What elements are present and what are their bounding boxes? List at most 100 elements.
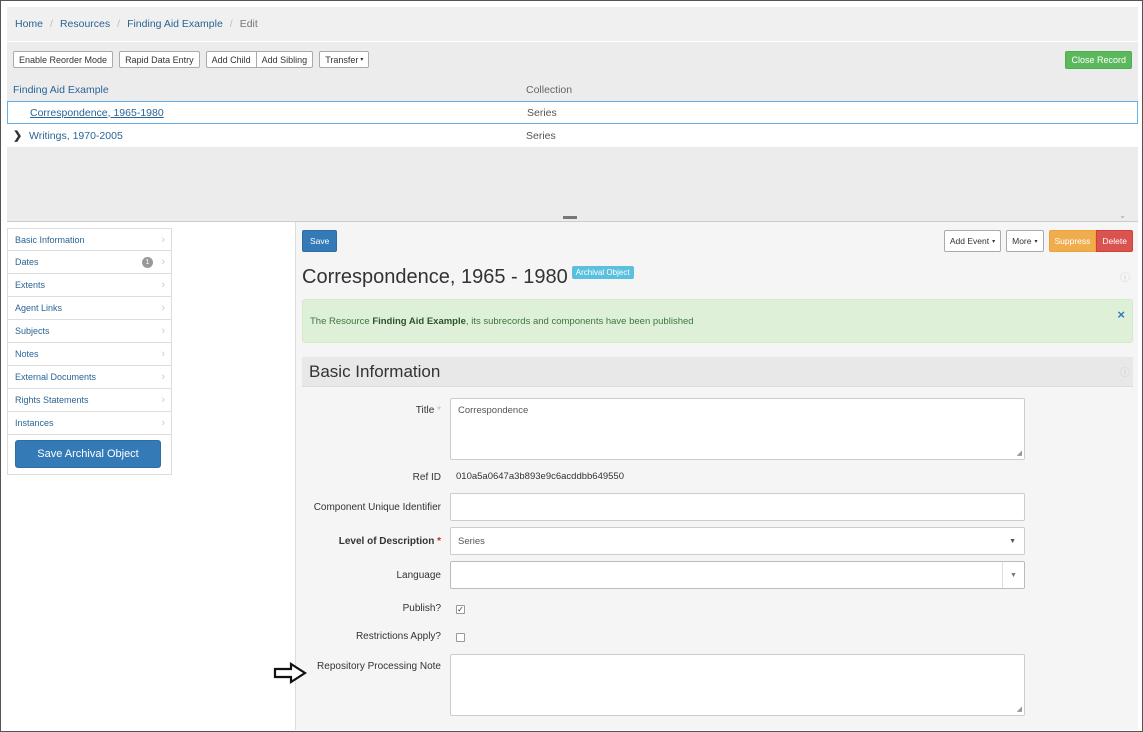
- sidebar-item-notes[interactable]: Notes ›: [7, 343, 172, 366]
- restrictions-checkbox[interactable]: [456, 633, 465, 642]
- alert-resource-name: Finding Aid Example: [372, 315, 466, 327]
- close-record-button[interactable]: Close Record: [1065, 51, 1132, 69]
- chevron-right-icon: ›: [161, 348, 165, 360]
- breadcrumb-resources[interactable]: Resources: [60, 18, 110, 30]
- tree-row-selected[interactable]: Correspondence, 1965-1980 Series: [7, 101, 1138, 124]
- chevron-right-icon: ›: [161, 394, 165, 406]
- sidebar-item-subjects[interactable]: Subjects ›: [7, 320, 172, 343]
- level-select[interactable]: Series ▼: [450, 527, 1025, 555]
- sidebar-item-rights-statements[interactable]: Rights Statements ›: [7, 389, 172, 412]
- tree-row-title[interactable]: Correspondence, 1965-1980: [30, 107, 164, 119]
- level-label: Level of Description *: [339, 536, 441, 547]
- form-sidebar-nav: Basic Information › Dates 1 › Extents › Agen…: [7, 228, 172, 475]
- help-icon[interactable]: ⓘ: [1120, 269, 1130, 284]
- rpn-label: Repository Processing Note: [317, 661, 441, 672]
- tree-row-level: Series: [526, 129, 556, 142]
- tree-row-title[interactable]: Writings, 1970-2005: [29, 130, 123, 142]
- record-action-bar: Save Add Event ▾ More ▾ Suppress Delete: [302, 230, 1133, 253]
- sidebar-item-label: Agent Links: [15, 303, 63, 313]
- tree-root-title[interactable]: Finding Aid Example: [13, 84, 109, 96]
- add-child-button[interactable]: Add Child: [205, 51, 257, 68]
- breadcrumb-home[interactable]: Home: [15, 18, 43, 30]
- chevron-right-icon: ›: [161, 371, 165, 383]
- required-icon: *: [437, 536, 441, 547]
- save-button[interactable]: Save: [302, 230, 338, 252]
- language-label: Language: [396, 570, 442, 581]
- breadcrumb-separator: /: [117, 18, 121, 30]
- breadcrumb-resource[interactable]: Finding Aid Example: [127, 18, 223, 30]
- sidebar-item-label: Instances: [15, 418, 54, 428]
- tree-row-level: Series: [527, 106, 557, 119]
- sidebar-item-external-documents[interactable]: External Documents ›: [7, 366, 172, 389]
- tree-root-row[interactable]: Finding Aid Example Collection: [7, 78, 1138, 101]
- breadcrumb-current: Edit: [239, 18, 258, 30]
- alert-suffix: , its subrecords and components have bee…: [465, 315, 694, 327]
- sidebar-item-extents[interactable]: Extents ›: [7, 274, 172, 297]
- caret-down-icon: ▾: [360, 57, 364, 63]
- chevron-right-icon: ›: [161, 233, 165, 246]
- chevron-right-icon: ›: [161, 325, 165, 337]
- resize-handle[interactable]: [563, 216, 577, 219]
- sidebar-item-basic-information[interactable]: Basic Information ›: [7, 228, 172, 251]
- rapid-data-entry-button[interactable]: Rapid Data Entry: [119, 51, 200, 68]
- level-value: Series: [458, 535, 485, 547]
- tree-panel: Enable Reorder Mode Rapid Data Entry Add…: [7, 42, 1138, 214]
- right-arrow-icon: [273, 662, 307, 684]
- suppress-delete-group: Suppress Delete: [1048, 230, 1133, 252]
- sidebar-item-label: Dates: [15, 257, 39, 267]
- breadcrumb-separator: /: [229, 18, 233, 30]
- collapse-icon[interactable]: ⌄: [1119, 211, 1126, 220]
- delete-button[interactable]: Delete: [1096, 230, 1133, 252]
- caret-down-icon: ▾: [992, 238, 996, 245]
- add-event-label: Add Event: [949, 236, 990, 246]
- add-sibling-button[interactable]: Add Sibling: [256, 51, 314, 68]
- caret-down-icon: ▼: [1009, 537, 1016, 545]
- section-heading: Basic Information: [302, 357, 1133, 387]
- suppress-button[interactable]: Suppress: [1048, 230, 1097, 252]
- chevron-right-icon: ›: [161, 417, 165, 429]
- close-icon[interactable]: ×: [1117, 307, 1125, 322]
- publish-success-alert: The Resource Finding Aid Example, its su…: [302, 299, 1133, 343]
- pane-resize-bar[interactable]: ⌄: [7, 211, 1138, 222]
- sidebar-item-label: Subjects: [15, 326, 50, 336]
- publish-checkbox[interactable]: ✓: [456, 605, 465, 614]
- record-actions: Add Event ▾ More ▾ Suppress Delete: [943, 230, 1133, 252]
- breadcrumb-separator: /: [50, 18, 53, 30]
- sidebar-item-label: Extents: [15, 280, 46, 290]
- reorder-mode-button[interactable]: Enable Reorder Mode: [13, 51, 114, 68]
- language-select[interactable]: ▼: [450, 561, 1025, 589]
- save-archival-object-button[interactable]: Save Archival Object: [15, 440, 161, 468]
- ref-id-label: Ref ID: [412, 472, 441, 483]
- more-button[interactable]: More ▾: [1006, 230, 1044, 252]
- tree-table: Finding Aid Example Collection Correspon…: [7, 78, 1138, 147]
- required-icon: *: [437, 405, 441, 416]
- level-label-text: Level of Description: [338, 536, 435, 547]
- sidebar-item-agent-links[interactable]: Agent Links ›: [7, 297, 172, 320]
- record-title-text: Correspondence, 1965 - 1980: [302, 266, 568, 288]
- tree-row[interactable]: ❯ Writings, 1970-2005 Series: [7, 124, 1138, 147]
- sidebar-item-instances[interactable]: Instances ›: [7, 412, 172, 435]
- publish-label: Publish?: [402, 603, 441, 614]
- alert-prefix: The Resource: [310, 315, 373, 327]
- sidebar-item-dates[interactable]: Dates 1 ›: [7, 251, 172, 274]
- title-textarea[interactable]: Correspondence ◢: [450, 398, 1025, 460]
- record-form: Save Add Event ▾ More ▾ Suppress Delete Co…: [295, 222, 1138, 730]
- title-label-text: Title: [415, 405, 435, 416]
- record-type-badge: Archival Object: [571, 266, 634, 279]
- resize-grip-icon[interactable]: ◢: [1017, 705, 1022, 713]
- sidebar-item-label: Basic Information: [15, 234, 85, 245]
- section-title: Basic Information: [309, 361, 441, 381]
- transfer-button[interactable]: Transfer ▾: [319, 51, 370, 68]
- chevron-right-icon[interactable]: ❯: [13, 129, 22, 142]
- cuid-input[interactable]: [450, 493, 1025, 521]
- resize-grip-icon[interactable]: ◢: [1017, 449, 1022, 457]
- chevron-right-icon: ›: [161, 256, 165, 268]
- tree-toolbar: Enable Reorder Mode Rapid Data Entry Add…: [13, 51, 370, 68]
- rpn-textarea[interactable]: ◢: [450, 654, 1025, 716]
- ref-id-value: 010a5a0647a3b893e9c6acddbb649550: [456, 471, 625, 482]
- sidebar-save-wrap: Save Archival Object: [7, 435, 172, 475]
- caret-down-icon[interactable]: ▼: [1002, 562, 1024, 588]
- tree-root-level: Collection: [526, 83, 573, 96]
- help-icon[interactable]: ⓘ: [1120, 364, 1130, 379]
- add-event-button[interactable]: Add Event ▾: [943, 230, 1002, 252]
